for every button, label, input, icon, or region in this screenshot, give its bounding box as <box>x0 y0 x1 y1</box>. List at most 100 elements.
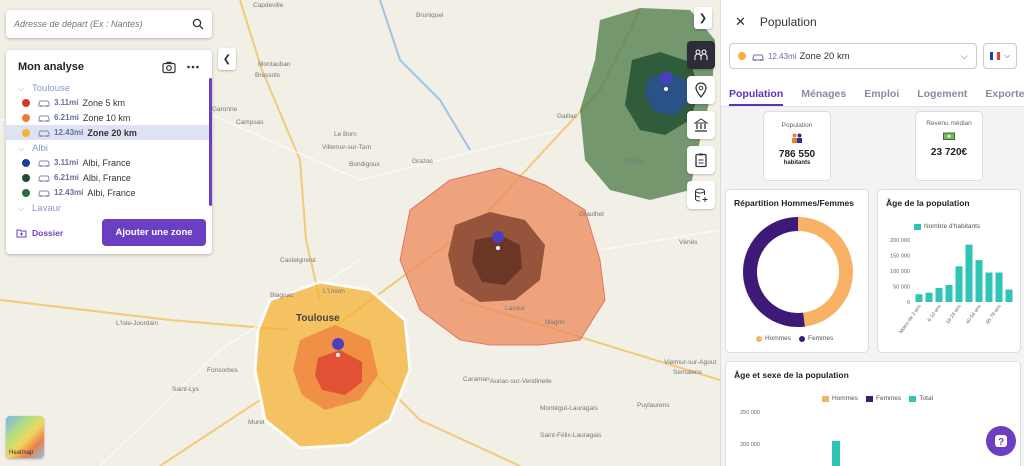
people-group-icon <box>694 49 708 60</box>
zone-list-item[interactable]: 3.11mi Zone 5 km <box>6 95 212 110</box>
age-bar[interactable] <box>935 288 943 302</box>
map-place-label: Orban <box>625 158 644 165</box>
institutions-tool[interactable] <box>687 111 715 139</box>
add-zone-button[interactable]: Ajouter une zone <box>102 219 206 246</box>
zone-list-item[interactable]: 12.43mi Albi, France <box>6 185 212 200</box>
help-question-icon: ? <box>995 435 1007 448</box>
car-icon <box>38 115 50 122</box>
map-place-label: Campsas <box>236 119 264 126</box>
map-place-label: Saint-Lys <box>172 386 199 393</box>
zone-distance: 3.11mi <box>54 98 79 107</box>
close-icon[interactable]: ✕ <box>735 14 746 30</box>
map-place-label: Bruniquel <box>416 12 444 19</box>
map-place-label: Bondigoux <box>349 161 380 168</box>
age-bar[interactable] <box>975 260 983 302</box>
scrollbar[interactable] <box>209 78 212 206</box>
donut-slice-hommes[interactable] <box>797 217 853 327</box>
map-city-label: Toulouse <box>296 313 340 324</box>
map-place-label: Gaillac <box>557 113 577 120</box>
camera-icon[interactable] <box>162 60 176 74</box>
tab-exporter[interactable]: Exporter <box>985 88 1024 106</box>
map-place-label: Caraman <box>463 376 490 383</box>
chevron-left-icon: ❮ <box>222 53 232 65</box>
map-place-label: Le Born <box>334 131 357 138</box>
zone-color-dot <box>22 188 30 197</box>
zone-list-item[interactable]: 12.43mi Zone 20 km <box>6 125 212 140</box>
x-tick-label: 18-24 ans <box>945 303 963 325</box>
panel-content: Population 786 550 habitants Revenu médi… <box>721 107 1024 466</box>
poi-tool[interactable] <box>687 76 715 104</box>
search-icon[interactable] <box>192 18 204 30</box>
map-place-label: Fonsorbes <box>207 367 238 374</box>
tab-emploi[interactable]: Emploi <box>864 88 899 106</box>
france-flag-icon <box>989 52 1000 60</box>
zone-list-item[interactable]: 6.21mi Zone 10 km <box>6 110 212 125</box>
zone-color-dot <box>22 128 30 137</box>
legend-item-hommes: Hommes <box>756 335 791 342</box>
zone-select[interactable]: 12.43mi Zone 20 km ⌵ <box>729 43 977 69</box>
legend-item-total: Total <box>909 395 933 402</box>
zone-select-name: Zone 20 km <box>799 50 850 62</box>
age-bar[interactable] <box>945 284 953 302</box>
zone-name: Zone 5 km <box>82 97 125 108</box>
more-options-icon[interactable] <box>186 60 200 74</box>
zone-name: Albi, France <box>82 157 131 168</box>
tab-mnages[interactable]: Ménages <box>801 88 846 106</box>
x-tick-label: 6-10 ans <box>927 303 943 323</box>
age-bar[interactable] <box>1005 289 1013 302</box>
zone-list-item[interactable]: 6.21mi Albi, France <box>6 170 212 185</box>
legend-label: Nombre d'habitants <box>924 223 981 230</box>
map-place-label: Puylaurens <box>637 402 670 409</box>
zone-group: ⌵ Toulouse 3.11mi Zone 5 km 6.21mi Zone 10 km… <box>6 82 212 140</box>
gender-legend: Hommes Femmes <box>756 335 841 342</box>
zone-group-header[interactable]: ⌵ Lavaur <box>18 202 200 215</box>
kpi-unit: habitants <box>783 160 811 166</box>
age-sex-bar-chart: 250 000 200 000 <box>740 410 840 466</box>
map-place-label: L'Isle-Jourdain <box>116 320 159 327</box>
kpi-value: 786 550 <box>778 149 816 160</box>
age-bar[interactable] <box>915 294 923 302</box>
zone-color-dot <box>738 52 746 60</box>
y-tick-label: 200 000 <box>740 442 760 448</box>
heatmap-toggle[interactable]: Heatmap <box>6 416 44 458</box>
folder-button[interactable]: Dossier <box>16 228 102 238</box>
y-tick-label: 50 000 <box>893 285 910 291</box>
panel-tabs: Population Ménages Emploi Logement Exporter <box>729 88 1024 106</box>
report-tool[interactable] <box>687 146 715 174</box>
map-place-label: Blagnac <box>270 292 294 299</box>
age-bar[interactable] <box>955 266 963 302</box>
zone-list-item[interactable]: 3.11mi Albi, France <box>6 155 212 170</box>
country-select[interactable]: ⌵ <box>983 43 1017 69</box>
data-tool[interactable] <box>687 181 715 209</box>
collapse-panel-button[interactable]: ❯ <box>694 7 712 29</box>
legend-item-femmes: Femmes <box>799 335 833 342</box>
heatmap-label: Heatmap <box>9 450 34 456</box>
age-bar[interactable] <box>985 272 993 302</box>
help-chat-button[interactable]: ? <box>986 426 1016 456</box>
zone-name: Zone 20 km <box>87 127 137 138</box>
search-input[interactable] <box>14 19 192 29</box>
address-search-bar[interactable] <box>6 10 212 38</box>
map-place-label: Bressols <box>255 72 280 79</box>
map-place-label: Capdeville <box>253 2 284 9</box>
tab-population[interactable]: Population <box>729 88 784 106</box>
map-toolbar <box>687 41 715 216</box>
age-bar[interactable] <box>995 272 1003 302</box>
zone-group-name: Lavaur <box>32 203 62 214</box>
y-tick-label: 100 000 <box>890 269 910 275</box>
age-bar[interactable] <box>925 292 933 302</box>
zone-group-header[interactable]: ⌵ Albi <box>18 142 200 155</box>
map-place-label: Magrin <box>545 319 565 326</box>
map-place-label: Villemur-sur-Tarn <box>322 144 372 151</box>
donut-slice-femmes[interactable] <box>743 217 805 327</box>
zone-group-header[interactable]: ⌵ Toulouse <box>18 82 200 95</box>
zone-select-distance: 12.43mi <box>768 51 797 61</box>
population-tool[interactable] <box>687 41 715 69</box>
chevron-down-icon: ⌵ <box>1003 51 1011 60</box>
age-bar-chart: 0 50 000 100 000 150 000 200 000 Moins de 3 a… <box>890 238 1013 335</box>
car-icon <box>752 54 764 61</box>
collapse-analysis-button[interactable]: ❮ <box>218 48 236 70</box>
age-sex-bar-total[interactable] <box>832 440 840 466</box>
age-bar[interactable] <box>965 244 973 302</box>
tab-logement[interactable]: Logement <box>917 88 967 106</box>
